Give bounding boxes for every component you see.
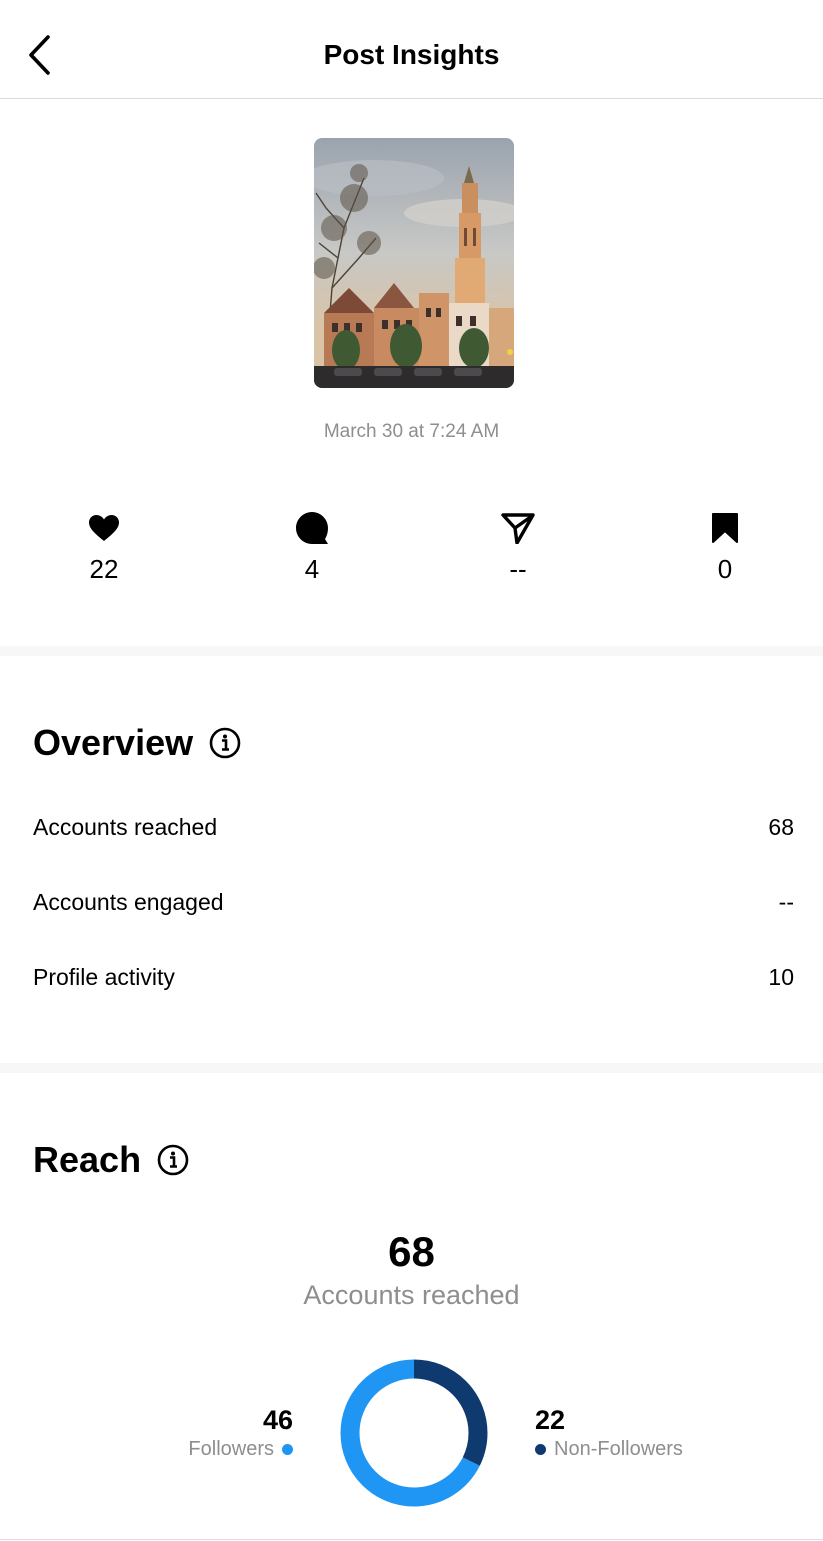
overview-heading: Overview	[33, 722, 241, 764]
followers-value: 46	[262, 1405, 293, 1435]
reach-total-label: Accounts reached	[303, 1280, 520, 1310]
overview-row-profile-activity[interactable]: Profile activity 10	[33, 964, 794, 991]
bottom-divider	[0, 1539, 823, 1540]
saves-count: 0	[717, 554, 733, 584]
row-value: 68	[768, 814, 794, 840]
followers-label: Followers	[188, 1438, 274, 1460]
overview-row-accounts-engaged[interactable]: Accounts engaged --	[33, 889, 794, 916]
send-icon	[501, 513, 535, 544]
reach-info-icon[interactable]	[157, 1144, 189, 1176]
post-thumbnail[interactable]	[314, 138, 514, 388]
reach-total-value: 68	[388, 1228, 435, 1275]
row-value: --	[778, 889, 794, 915]
likes-count: 22	[89, 554, 119, 584]
row-label: Profile activity	[33, 964, 175, 990]
overview-info-icon[interactable]	[209, 727, 241, 759]
section-divider	[0, 646, 823, 656]
reach-heading: Reach	[33, 1139, 189, 1181]
shares-stat: --	[458, 508, 578, 585]
non-followers-value: 22	[535, 1405, 566, 1435]
reach-donut-chart	[340, 1359, 488, 1507]
followers-dot	[282, 1444, 293, 1455]
row-value: 10	[768, 964, 794, 990]
non-followers-legend: 22 Non-Followers	[535, 1405, 683, 1461]
reach-title: Reach	[33, 1139, 142, 1180]
post-date: March 30 at 7:24 AM	[323, 421, 500, 442]
section-divider	[0, 1063, 823, 1073]
likes-stat: 22	[44, 508, 164, 585]
comment-icon	[296, 512, 328, 544]
overview-row-accounts-reached[interactable]: Accounts reached 68	[33, 814, 794, 841]
non-followers-dot	[535, 1444, 546, 1455]
followers-legend: 46 Followers	[188, 1405, 293, 1461]
top-bar: Post Insights	[0, 0, 823, 99]
comments-count: 4	[304, 554, 320, 584]
bookmark-icon	[712, 513, 738, 543]
page-title: Post Insights	[323, 39, 500, 70]
non-followers-label: Non-Followers	[554, 1438, 683, 1460]
saves-stat: 0	[665, 508, 785, 585]
row-label: Accounts reached	[33, 814, 218, 840]
shares-count: --	[509, 554, 527, 584]
row-label: Accounts engaged	[33, 889, 224, 915]
heart-icon	[89, 515, 119, 541]
comments-stat: 4	[252, 508, 372, 585]
overview-title: Overview	[33, 722, 194, 763]
